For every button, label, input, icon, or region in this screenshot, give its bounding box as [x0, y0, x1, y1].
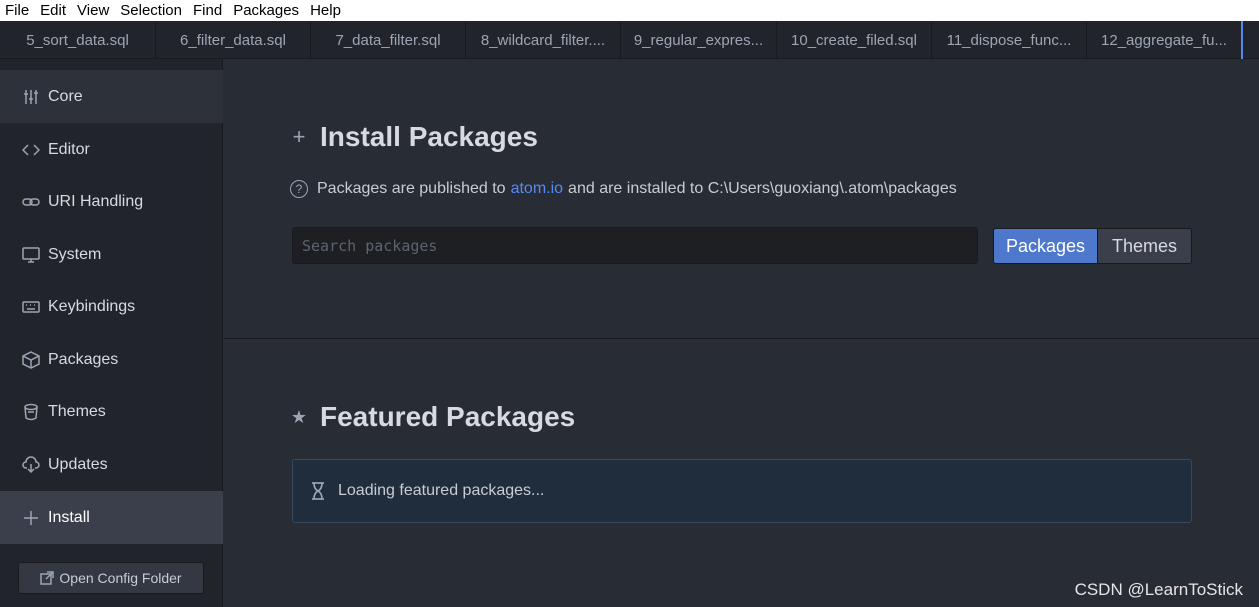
- sidebar-item-label: Themes: [48, 402, 106, 420]
- open-config-folder-label: Open Config Folder: [59, 570, 182, 586]
- sidebar-item-install[interactable]: Install: [0, 491, 223, 544]
- sidebar-item-system[interactable]: System: [0, 228, 223, 281]
- sidebar-item-label: Updates: [48, 455, 108, 473]
- sidebar-item-themes[interactable]: Themes: [0, 385, 223, 438]
- menu-help[interactable]: Help: [310, 0, 341, 21]
- cloud-download-icon: [21, 455, 41, 475]
- themes-toggle-button[interactable]: Themes: [1098, 228, 1192, 264]
- sidebar-item-uri-handling[interactable]: URI Handling: [0, 175, 223, 228]
- sidebar-item-label: Packages: [48, 350, 119, 368]
- menu-find[interactable]: Find: [193, 0, 222, 21]
- open-config-folder-button[interactable]: Open Config Folder: [18, 562, 204, 594]
- sidebar-item-packages[interactable]: Packages: [0, 333, 223, 386]
- featured-loading-message: Loading featured packages...: [292, 459, 1192, 523]
- keyboard-icon: [21, 297, 41, 317]
- plus-icon: [21, 508, 41, 528]
- sidebar-item-label: URI Handling: [48, 192, 144, 210]
- menu-bar: File Edit View Selection Find Packages H…: [0, 0, 1259, 21]
- tab-6-filter-data[interactable]: 6_filter_data.sql: [156, 21, 311, 59]
- tab-11-dispose-func[interactable]: 11_dispose_func...: [932, 21, 1087, 59]
- menu-packages[interactable]: Packages: [233, 0, 299, 21]
- sliders-icon: [21, 87, 41, 107]
- menu-view[interactable]: View: [77, 0, 109, 21]
- tab-7-data-filter[interactable]: 7_data_filter.sql: [311, 21, 466, 59]
- sidebar-item-keybindings[interactable]: Keybindings: [0, 280, 223, 333]
- monitor-icon: [21, 245, 41, 265]
- search-type-toggle: Packages Themes: [993, 228, 1192, 264]
- packages-toggle-button[interactable]: Packages: [993, 228, 1098, 264]
- install-info: ? Packages are published to atom.io and …: [290, 180, 957, 198]
- sidebar-item-label: System: [48, 245, 102, 263]
- search-packages-input[interactable]: [292, 227, 978, 264]
- tab-9-regular-expres[interactable]: 9_regular_expres...: [621, 21, 777, 59]
- tab-scroll-indicator: [1241, 21, 1243, 59]
- sidebar-item-label: Install: [48, 508, 90, 526]
- sidebar-item-label: Editor: [48, 140, 90, 158]
- info-suffix: and are installed to C:\Users\guoxiang\.…: [568, 180, 957, 197]
- loading-text: Loading featured packages...: [338, 482, 545, 499]
- settings-main-panel: + Install Packages ? Packages are publis…: [224, 59, 1259, 607]
- menu-edit[interactable]: Edit: [40, 0, 66, 21]
- info-prefix: Packages are published to: [317, 180, 506, 197]
- install-packages-heading: + Install Packages: [290, 121, 538, 153]
- menu-file[interactable]: File: [5, 0, 29, 21]
- sidebar-item-updates[interactable]: Updates: [0, 438, 223, 491]
- code-icon: [21, 140, 41, 160]
- paintcan-icon: [21, 402, 41, 422]
- featured-packages-heading: ★ Featured Packages: [290, 401, 575, 433]
- install-packages-title: Install Packages: [320, 121, 538, 152]
- link-icon: [21, 192, 41, 212]
- plus-icon: +: [292, 124, 306, 149]
- tab-12-aggregate-fu[interactable]: 12_aggregate_fu...: [1087, 21, 1242, 59]
- atom-io-link[interactable]: atom.io: [511, 180, 563, 198]
- install-packages-section: + Install Packages ? Packages are publis…: [224, 59, 1259, 339]
- hourglass-icon: [312, 482, 324, 500]
- sidebar-item-label: Core: [48, 87, 83, 105]
- featured-packages-title: Featured Packages: [320, 401, 576, 432]
- tab-8-wildcard-filter[interactable]: 8_wildcard_filter....: [466, 21, 621, 59]
- star-icon: ★: [290, 406, 308, 427]
- question-icon: ?: [290, 180, 308, 198]
- tab-5-sort-data[interactable]: 5_sort_data.sql: [0, 21, 156, 59]
- package-icon: [21, 350, 41, 370]
- sidebar-item-label: Keybindings: [48, 297, 136, 315]
- settings-sidebar: Core Editor URI Handling System Keybindi…: [0, 59, 223, 607]
- link-external-icon: [40, 571, 55, 585]
- tab-10-create-filed[interactable]: 10_create_filed.sql: [777, 21, 932, 59]
- watermark: CSDN @LearnToStick: [1074, 580, 1243, 599]
- sidebar-item-editor[interactable]: Editor: [0, 123, 223, 176]
- sidebar-item-core[interactable]: Core: [0, 70, 223, 123]
- tab-bar: 5_sort_data.sql 6_filter_data.sql 7_data…: [0, 21, 1259, 59]
- menu-selection[interactable]: Selection: [120, 0, 182, 21]
